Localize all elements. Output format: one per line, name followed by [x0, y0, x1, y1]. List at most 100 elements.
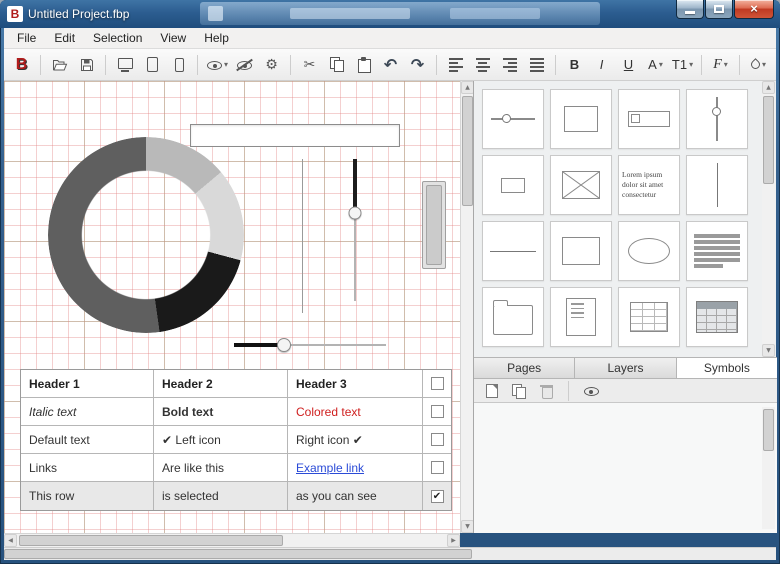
- fill-color-button[interactable]: ▾: [746, 53, 771, 77]
- wireframe-horizontal-slider[interactable]: [234, 338, 386, 352]
- menu-view[interactable]: View: [151, 28, 195, 48]
- hide-preview-button[interactable]: [232, 53, 257, 77]
- table-cell: Are like this: [154, 454, 288, 482]
- menu-file[interactable]: File: [8, 28, 45, 48]
- symbol-button[interactable]: [550, 89, 612, 149]
- wireframe-text-input[interactable]: [190, 124, 400, 147]
- vslider-handle[interactable]: [349, 206, 362, 219]
- symbol-line-horizontal[interactable]: [482, 221, 544, 281]
- symbol-ellipse[interactable]: [618, 221, 680, 281]
- scroll-down-icon[interactable]: ▼: [762, 344, 775, 357]
- symbols-scrollbar[interactable]: ▲ ▼: [762, 81, 775, 357]
- table-checkbox-cell: [423, 454, 451, 482]
- scroll-left-icon[interactable]: ◀: [4, 534, 17, 547]
- scrollbar-thumb[interactable]: [763, 409, 774, 451]
- wireframe-table[interactable]: Header 1 Header 2 Header 3 Italic text B…: [20, 369, 452, 511]
- checkbox-checked[interactable]: ✔: [431, 490, 444, 503]
- scroll-right-icon[interactable]: ▶: [447, 534, 460, 547]
- checkbox[interactable]: [431, 433, 444, 446]
- underline-button[interactable]: U: [616, 53, 641, 77]
- underline-icon: U: [624, 58, 633, 71]
- menubar: File Edit Selection View Help: [4, 28, 776, 49]
- symbol-list-box[interactable]: [550, 287, 612, 347]
- scrollbar-thumb[interactable]: [763, 96, 774, 184]
- tab-symbols[interactable]: Symbols: [677, 358, 777, 378]
- open-button[interactable]: [47, 53, 72, 77]
- symbol-line-vertical[interactable]: [686, 155, 748, 215]
- tablet-view-button[interactable]: [139, 53, 164, 77]
- donut-chart[interactable]: [48, 137, 244, 333]
- scrollbar-thumb[interactable]: [19, 535, 283, 546]
- titlebar[interactable]: B Untitled Project.fbp ×: [0, 0, 780, 28]
- scrollbar-thumb[interactable]: [4, 549, 472, 559]
- checkbox[interactable]: [431, 461, 444, 474]
- symbol-data-grid[interactable]: [686, 287, 748, 347]
- canvas-vertical-scrollbar[interactable]: ▲ ▼: [460, 81, 473, 533]
- new-page-button[interactable]: [483, 382, 501, 400]
- menu-selection[interactable]: Selection: [84, 28, 151, 48]
- font-color-button[interactable]: A▾: [643, 53, 668, 77]
- align-left-button[interactable]: [443, 53, 468, 77]
- preview-button[interactable]: ▾: [204, 53, 230, 77]
- symbol-text-input[interactable]: [618, 89, 680, 149]
- hslider-handle[interactable]: [277, 338, 291, 352]
- phone-view-button[interactable]: [166, 53, 191, 77]
- scroll-up-icon[interactable]: ▲: [762, 81, 775, 94]
- table-cell: This row: [21, 482, 154, 510]
- copy-button[interactable]: [324, 53, 349, 77]
- table-cell: Links: [21, 454, 154, 482]
- desktop-view-button[interactable]: [112, 53, 137, 77]
- font-button[interactable]: F▾: [708, 53, 733, 77]
- settings-button[interactable]: ⚙: [259, 53, 284, 77]
- toggle-visibility-button[interactable]: [582, 382, 600, 400]
- cut-button[interactable]: ✂: [297, 53, 322, 77]
- maximize-button[interactable]: [705, 0, 733, 19]
- tab-pages[interactable]: Pages: [474, 358, 575, 378]
- italic-button[interactable]: I: [589, 53, 614, 77]
- wireframe-vertical-line[interactable]: [302, 159, 303, 313]
- toolbar-separator: [290, 55, 291, 75]
- example-link[interactable]: Example link: [296, 461, 364, 475]
- symbol-slider-vertical[interactable]: [686, 89, 748, 149]
- checkbox[interactable]: [431, 377, 444, 390]
- symbol-image-placeholder[interactable]: [550, 155, 612, 215]
- symbol-rectangle[interactable]: [550, 221, 612, 281]
- duplicate-page-button[interactable]: [510, 382, 528, 400]
- save-button[interactable]: [74, 53, 99, 77]
- bold-button[interactable]: B: [562, 53, 587, 77]
- text-size-button[interactable]: T1▾: [670, 53, 695, 77]
- symbol-paragraph[interactable]: [686, 221, 748, 281]
- menu-edit[interactable]: Edit: [45, 28, 84, 48]
- symbol-button-small[interactable]: [482, 155, 544, 215]
- scrollbar-thumb[interactable]: [462, 96, 473, 206]
- tab-layers[interactable]: Layers: [575, 358, 676, 378]
- italic-icon: I: [600, 58, 604, 71]
- align-right-button[interactable]: [497, 53, 522, 77]
- background-window-bleed: [200, 2, 600, 25]
- checkbox[interactable]: [431, 405, 444, 418]
- canvas-horizontal-scrollbar[interactable]: ◀ ▶: [4, 533, 460, 547]
- pages-scrollbar[interactable]: [762, 407, 775, 529]
- wireframe-scrollbar[interactable]: [422, 181, 446, 269]
- menu-help[interactable]: Help: [195, 28, 238, 48]
- align-justify-button[interactable]: [524, 53, 549, 77]
- symbol-text-block[interactable]: Lorem ipsum dolor sit amet consectetur: [618, 155, 680, 215]
- align-center-button[interactable]: [470, 53, 495, 77]
- delete-page-button[interactable]: [537, 382, 555, 400]
- minimize-button[interactable]: [676, 0, 704, 19]
- app-horizontal-scrollbar[interactable]: [4, 547, 776, 560]
- symbol-window[interactable]: [482, 287, 544, 347]
- pages-list[interactable]: [474, 403, 777, 533]
- paste-button[interactable]: [351, 53, 376, 77]
- symbol-table[interactable]: [618, 287, 680, 347]
- table-cell: Right icon ✔: [288, 426, 423, 454]
- gear-icon: ⚙: [265, 58, 278, 72]
- undo-button[interactable]: ↶: [378, 53, 403, 77]
- new-page-icon: [486, 384, 498, 398]
- redo-button[interactable]: ↷: [405, 53, 430, 77]
- design-canvas[interactable]: Header 1 Header 2 Header 3 Italic text B…: [4, 81, 460, 533]
- close-button[interactable]: ×: [734, 0, 774, 19]
- wireframe-vertical-slider[interactable]: [348, 159, 362, 301]
- symbol-slider-horizontal[interactable]: [482, 89, 544, 149]
- tablet-icon: [146, 57, 158, 72]
